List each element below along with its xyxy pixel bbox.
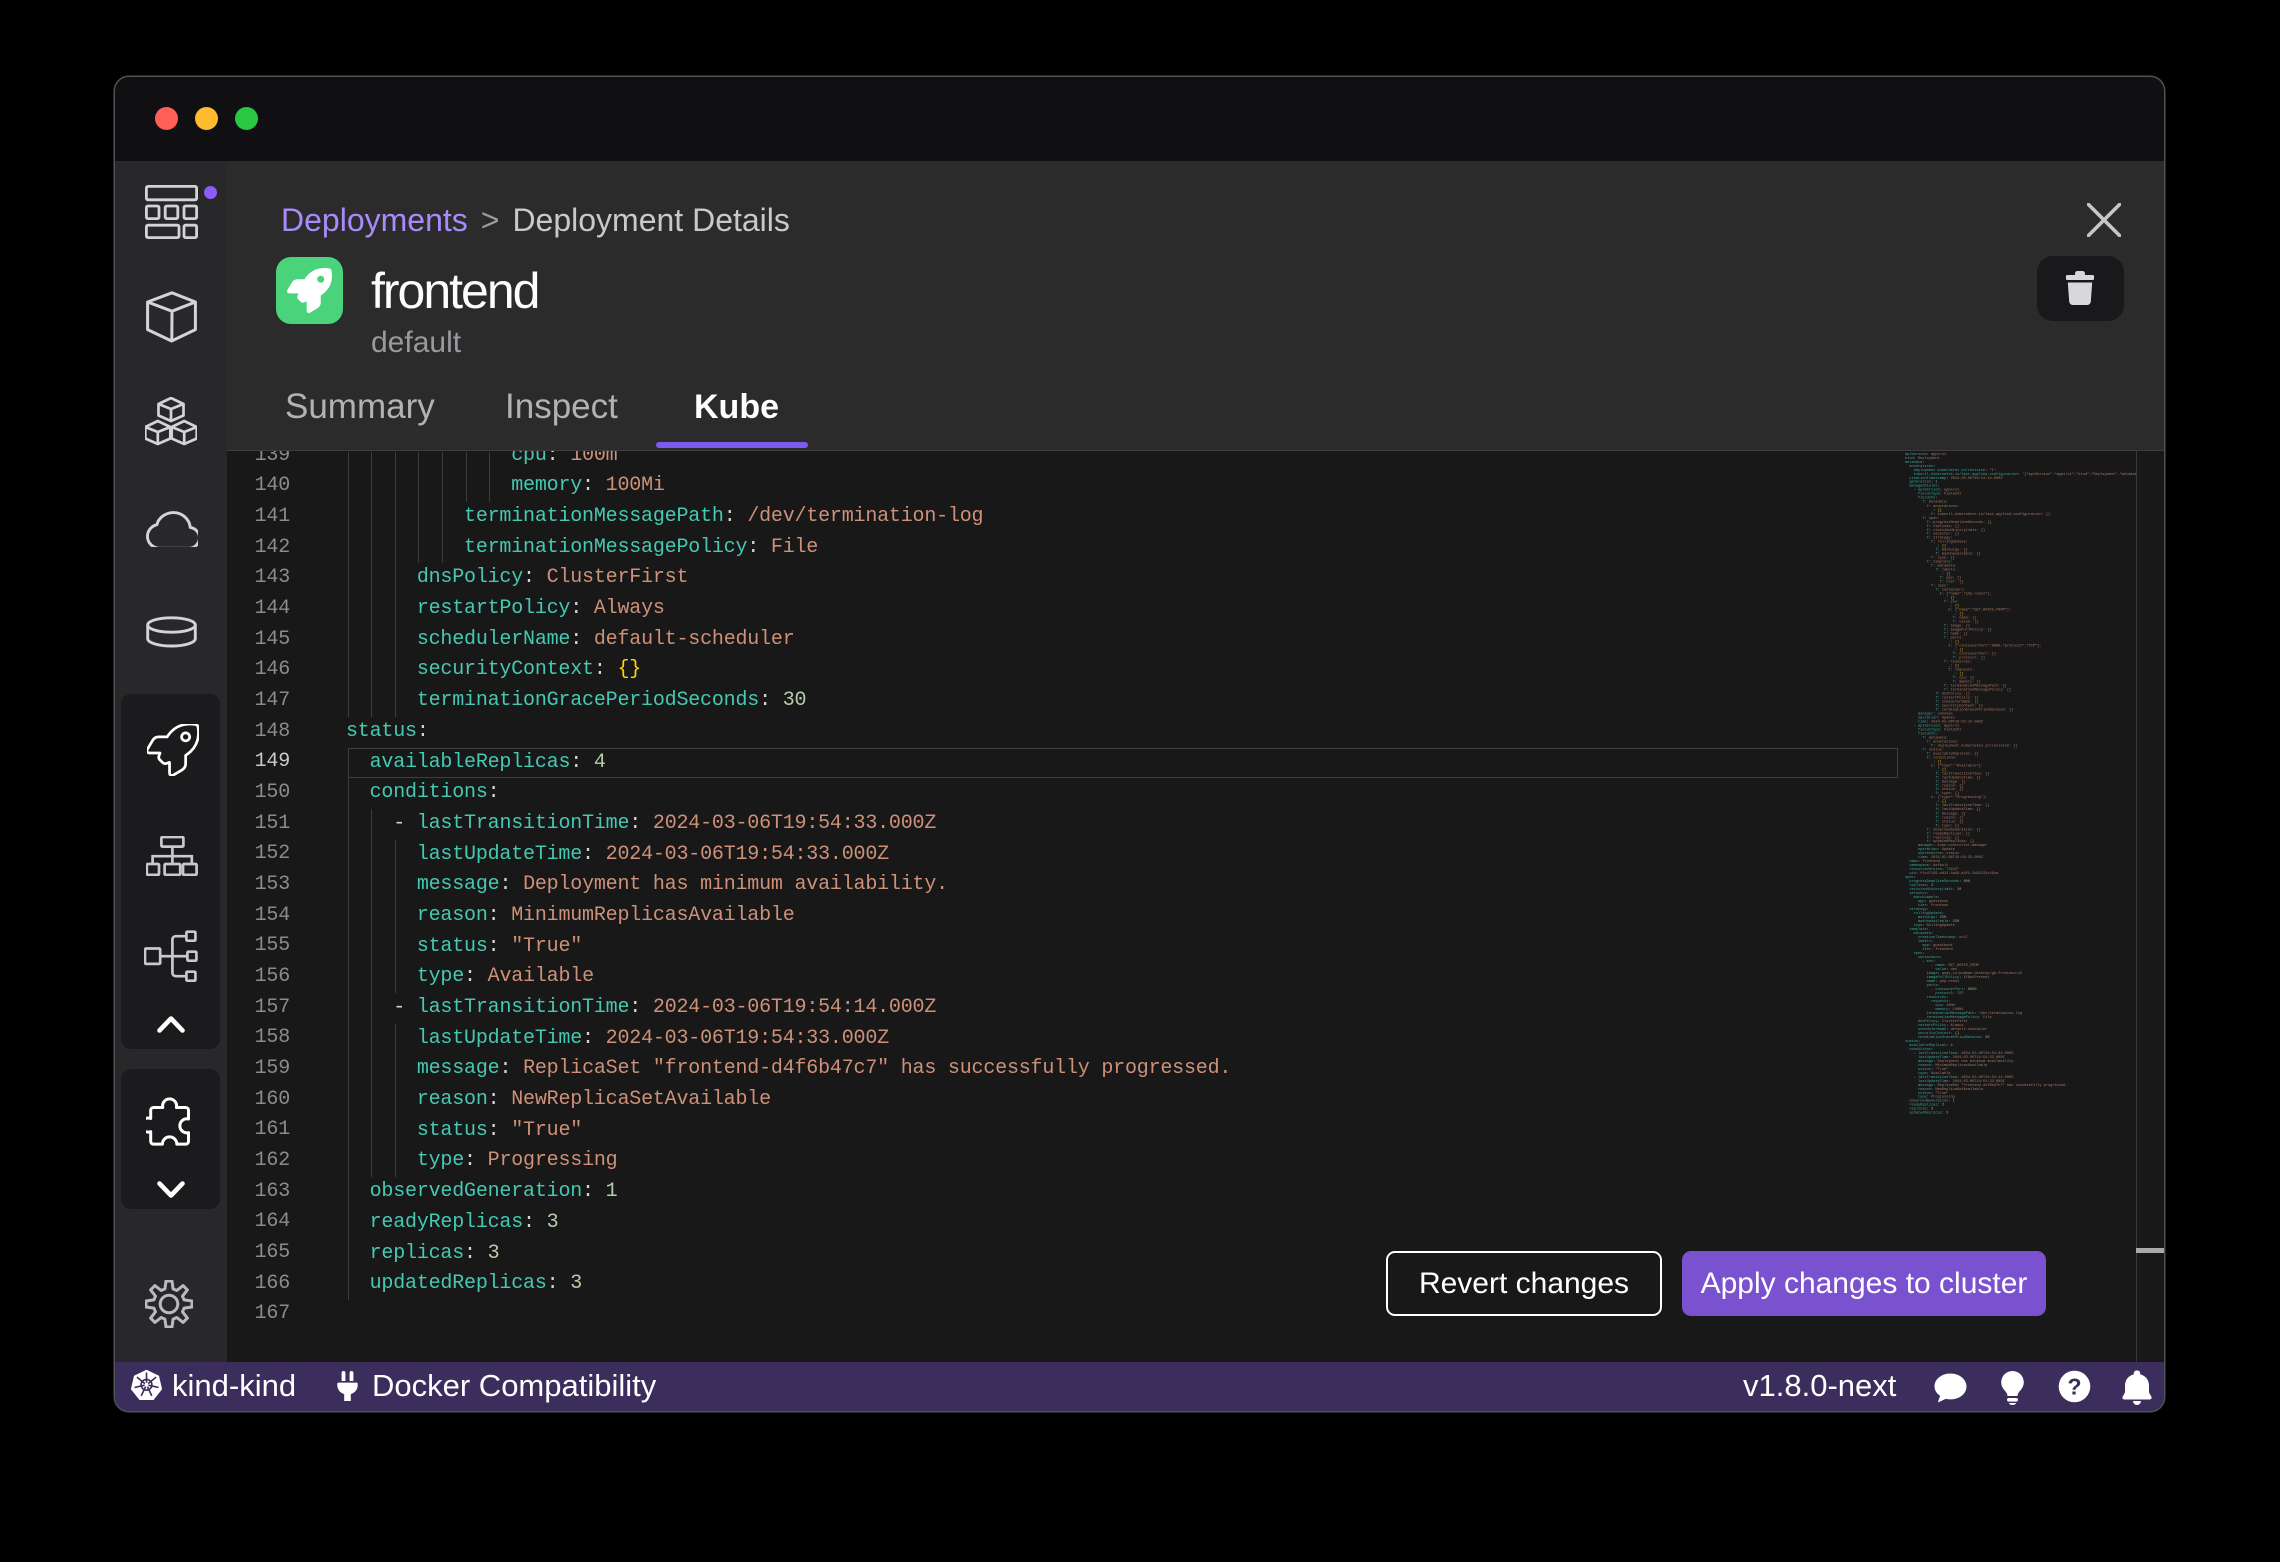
svg-text:?: ? (2067, 1374, 2081, 1400)
